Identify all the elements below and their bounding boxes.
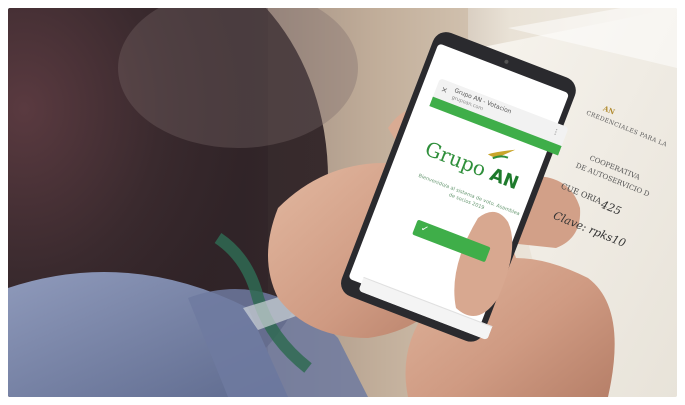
photo-frame: × Grupo AN - Votacion grupoan.com ⋮ Grup… <box>8 8 677 397</box>
vote-button[interactable]: ✓ <box>412 219 491 263</box>
photo-illustration <box>8 8 677 397</box>
logo-mark: AN <box>486 164 522 195</box>
menu-icon[interactable]: ⋮ <box>551 127 563 138</box>
check-icon: ✓ <box>419 223 430 236</box>
close-icon[interactable]: × <box>440 84 449 95</box>
logo-word: Grupo <box>421 136 490 182</box>
